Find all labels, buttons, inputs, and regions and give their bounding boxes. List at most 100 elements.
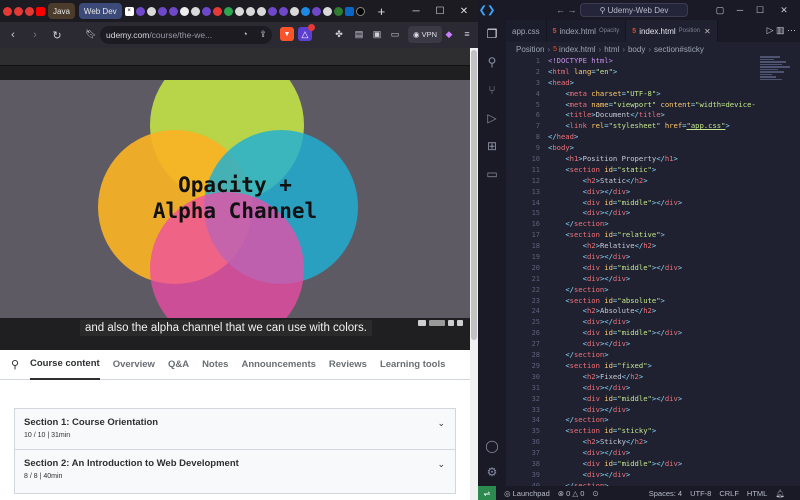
breadcrumb-item[interactable]: html (604, 45, 619, 54)
code-line[interactable]: <div></div> (548, 383, 768, 394)
remote-explorer-icon[interactable]: ▭ (484, 166, 500, 182)
code-line[interactable]: <h1>Position Property</h1> (548, 154, 768, 165)
layout-icon[interactable]: ▢ (712, 0, 728, 20)
tab-favicon-icon[interactable] (289, 6, 299, 16)
breadcrumb-item[interactable]: Position (516, 45, 544, 54)
code-line[interactable]: </section> (548, 415, 768, 426)
tab-favicon-icon[interactable] (256, 6, 266, 16)
share-icon[interactable]: ⇪ (256, 27, 270, 41)
code-editor[interactable]: <!DOCTYPE html> <html lang="en"> <head> <m… (548, 56, 768, 486)
code-line[interactable]: <div id="middle"></div> (548, 459, 768, 470)
wallet-icon[interactable]: ▭ (388, 27, 402, 41)
forward-icon[interactable]: › (26, 26, 44, 44)
tab-learning-tools[interactable]: Learning tools (380, 350, 445, 380)
tab-announcements[interactable]: Announcements (241, 350, 315, 380)
tab-web-dev[interactable]: Web Dev (78, 3, 122, 19)
course-section[interactable]: Section 2: An Introduction to Web Develo… (14, 450, 456, 494)
explorer-icon[interactable]: ❐ (484, 26, 500, 42)
tab-favicon-icon[interactable] (146, 6, 156, 16)
tab-favicon-icon[interactable] (278, 6, 288, 16)
vpn-button[interactable]: ◉ VPN (408, 26, 443, 43)
tab-favicon-icon[interactable] (212, 6, 222, 16)
code-line[interactable]: <div></div> (548, 339, 768, 350)
code-line[interactable]: <div></div> (548, 448, 768, 459)
code-line[interactable]: <div id="middle"></div> (548, 263, 768, 274)
reload-icon[interactable]: ↻ (48, 26, 66, 44)
history-nav-icon[interactable]: ← → (556, 5, 577, 15)
encoding-setting[interactable]: UTF-8 (690, 489, 711, 498)
code-line[interactable]: <h2>Absolute</h2> (548, 306, 768, 317)
github-icon[interactable] (179, 6, 189, 16)
editor-tab-app-css[interactable]: app.css (506, 20, 547, 42)
tab-favicon-icon[interactable] (234, 6, 244, 16)
tab-favicon-icon[interactable]: × (124, 6, 134, 16)
code-line[interactable]: <link rel="stylesheet" href="app.css"> (548, 121, 768, 132)
tab-favicon-icon[interactable] (267, 6, 277, 16)
minimap[interactable] (760, 56, 792, 106)
tab-java[interactable]: Java (48, 3, 75, 19)
tab-notes[interactable]: Notes (202, 350, 228, 380)
youtube-icon[interactable] (36, 6, 45, 16)
source-control-icon[interactable]: ⑂ (484, 82, 500, 98)
breadcrumb-item[interactable]: section#sticky (654, 45, 704, 54)
search-icon[interactable]: ⚲ (0, 358, 30, 371)
code-line[interactable]: <head> (548, 78, 768, 89)
code-line[interactable]: <section id="absolute"> (548, 296, 768, 307)
code-line[interactable]: </section> (548, 350, 768, 361)
code-line[interactable]: <meta name="viewport" content="width=dev… (548, 100, 768, 111)
code-line[interactable]: <div id="middle"></div> (548, 328, 768, 339)
linkedin-icon[interactable] (344, 6, 354, 16)
close-window-icon[interactable]: ✕ (776, 0, 792, 20)
editor-tab-opacity[interactable]: 5 index.html Opacity (546, 20, 627, 42)
rewind-icon[interactable] (418, 320, 426, 326)
tab-favicon-icon[interactable] (14, 6, 23, 16)
tab-favicon-icon[interactable] (168, 6, 178, 16)
tab-course-content[interactable]: Course content (30, 350, 100, 380)
extensions-icon[interactable]: ⊞ (484, 138, 500, 154)
brave-shield-icon[interactable]: ▼ (280, 27, 294, 41)
code-line[interactable]: <h2>Static</h2> (548, 176, 768, 187)
code-line[interactable]: <html lang="en"> (548, 67, 768, 78)
split-view-icon[interactable]: ▣ (370, 27, 384, 41)
tab-favicon-icon[interactable] (333, 6, 343, 16)
code-line[interactable]: <section id="relative"> (548, 230, 768, 241)
editor-tab-position[interactable]: 5 index.html Position ✕ (626, 20, 718, 42)
settings-gear-icon[interactable]: ⚙ (484, 464, 500, 480)
chevron-down-icon[interactable]: ⌄ (437, 418, 445, 429)
language-mode[interactable]: HTML (747, 489, 767, 498)
indentation-setting[interactable]: Spaces: 4 (649, 489, 682, 498)
code-line[interactable]: <div></div> (548, 274, 768, 285)
settings-icon[interactable] (448, 320, 454, 326)
sidebar-icon[interactable]: ▤ (352, 27, 366, 41)
code-line[interactable]: <h2>Relative</h2> (548, 241, 768, 252)
code-line[interactable]: <section id="static"> (548, 165, 768, 176)
close-window-icon[interactable]: ✕ (452, 0, 476, 22)
search-icon[interactable]: ⚲ (484, 54, 500, 70)
code-line[interactable]: <body> (548, 143, 768, 154)
menu-icon[interactable]: ≡ (460, 27, 474, 41)
code-line[interactable]: </section> (548, 219, 768, 230)
tab-favicon-icon[interactable] (300, 6, 310, 16)
eol-setting[interactable]: CRLF (719, 489, 739, 498)
code-line[interactable]: <h2>Sticky</h2> (548, 437, 768, 448)
close-tab-icon[interactable]: ✕ (704, 27, 711, 36)
x-icon[interactable] (355, 6, 365, 16)
command-center-search[interactable]: ⚲ Udemy-Web Dev (580, 3, 688, 17)
maximize-icon[interactable]: ☐ (428, 0, 452, 22)
code-line[interactable]: <h2>Fixed</h2> (548, 372, 768, 383)
code-line[interactable]: <div></div> (548, 208, 768, 219)
extensions-icon[interactable]: ✤ (332, 27, 346, 41)
tab-favicon-icon[interactable] (190, 6, 200, 16)
video-player[interactable]: Opacity + Alpha Channel and also the alp… (0, 48, 470, 350)
ports-icon[interactable]: ⊙ (592, 489, 598, 498)
code-line[interactable]: <meta charset="UTF-8"> (548, 89, 768, 100)
page-scrollbar[interactable] (470, 48, 478, 500)
run-debug-icon[interactable]: ▷ (484, 110, 500, 126)
minimize-icon[interactable]: ─ (404, 0, 428, 22)
tab-overview[interactable]: Overview (113, 350, 155, 380)
code-line[interactable]: <section id="sticky"> (548, 426, 768, 437)
scrollbar-thumb[interactable] (471, 50, 477, 340)
video-controls[interactable] (418, 318, 468, 328)
code-line[interactable]: </section> (548, 285, 768, 296)
code-line[interactable]: <div id="middle"></div> (548, 198, 768, 209)
